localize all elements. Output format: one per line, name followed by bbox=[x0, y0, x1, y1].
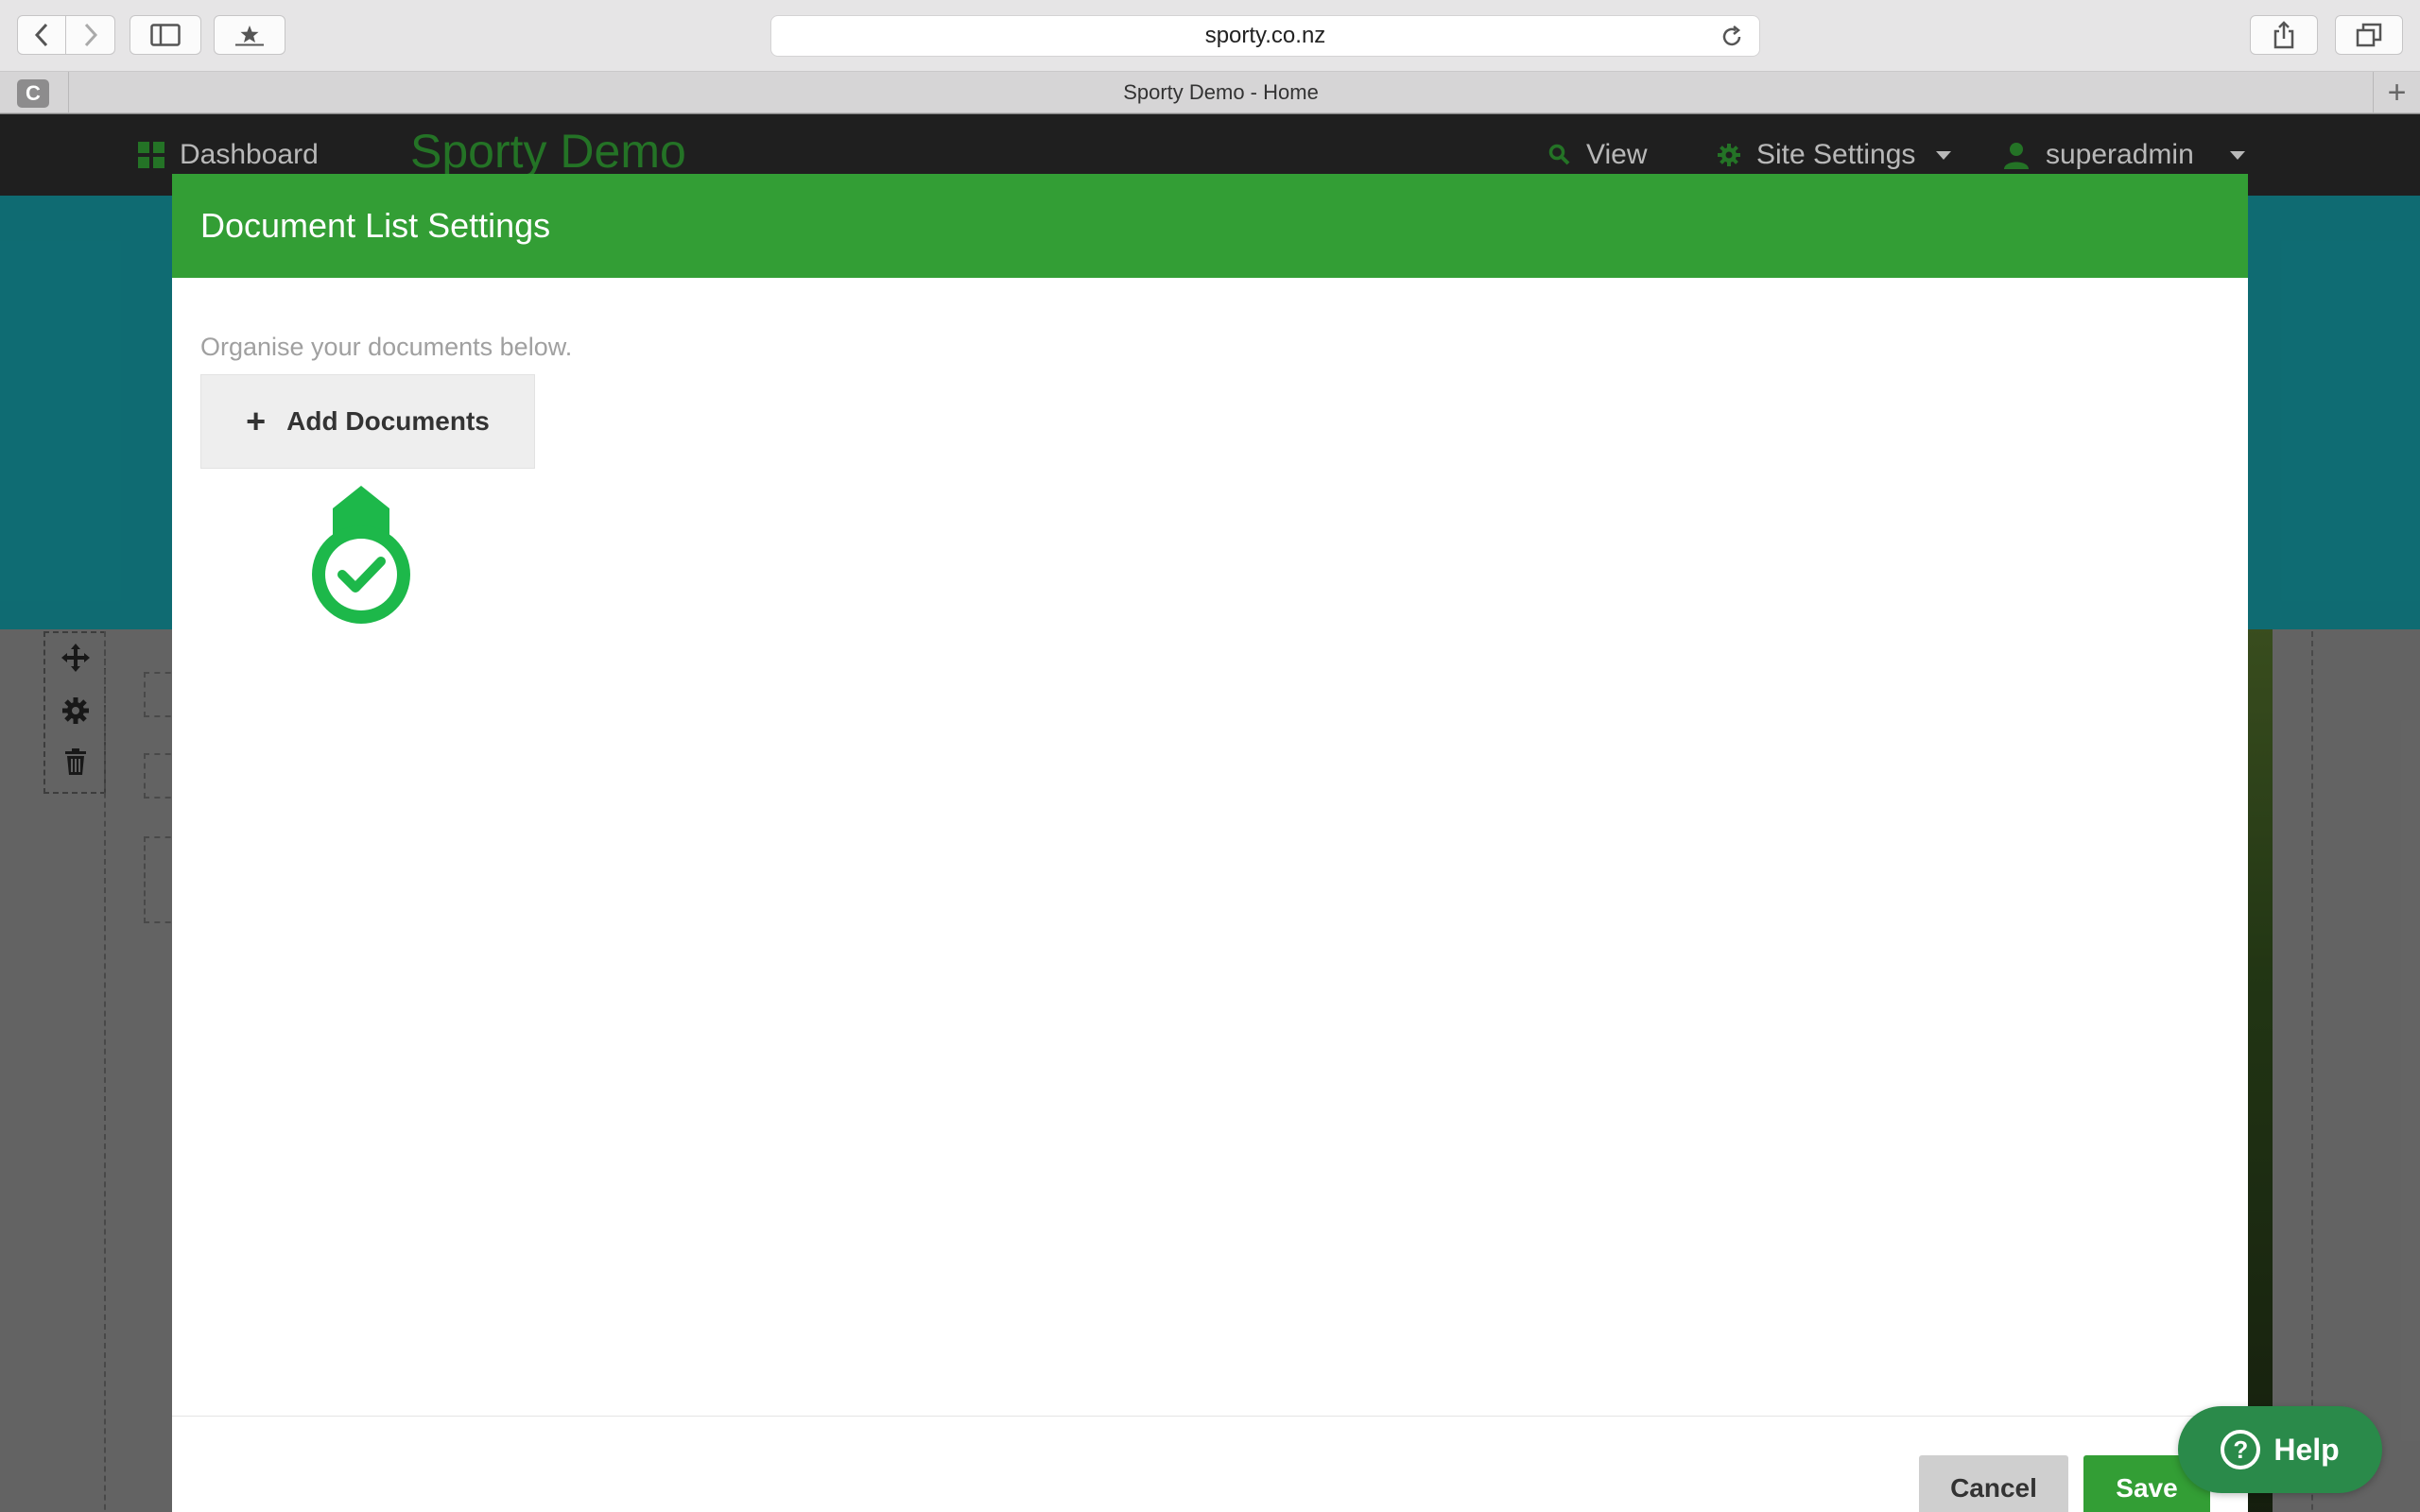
cancel-button[interactable]: Cancel bbox=[1919, 1455, 2068, 1512]
document-list-settings-modal: Document List Settings Organise your doc… bbox=[172, 174, 2248, 1512]
forward-button[interactable] bbox=[66, 15, 115, 55]
tabs-icon bbox=[2356, 23, 2382, 47]
chevron-left-icon bbox=[34, 23, 48, 47]
check-marker-icon bbox=[312, 486, 410, 624]
new-tab-button[interactable]: + bbox=[2374, 72, 2420, 113]
tabs-overview-button[interactable] bbox=[2335, 15, 2403, 55]
add-documents-button[interactable]: + Add Documents bbox=[200, 374, 535, 469]
reload-icon[interactable] bbox=[1720, 25, 1744, 56]
tab-active[interactable]: Sporty Demo - Home bbox=[69, 72, 2373, 113]
modal-title: Document List Settings bbox=[200, 206, 551, 245]
sidebar-icon bbox=[150, 24, 181, 46]
bookmarks-button[interactable] bbox=[214, 15, 285, 55]
share-button[interactable] bbox=[2250, 15, 2318, 55]
share-icon bbox=[2273, 21, 2294, 49]
tab-title-text: Sporty Demo - Home bbox=[1123, 80, 1319, 104]
help-label: Help bbox=[2273, 1432, 2340, 1467]
add-documents-label: Add Documents bbox=[286, 406, 490, 436]
address-bar[interactable]: sporty.co.nz bbox=[770, 15, 1760, 57]
chevron-right-icon bbox=[84, 23, 97, 47]
help-button[interactable]: ? Help bbox=[2178, 1406, 2382, 1493]
browser-toolbar: sporty.co.nz bbox=[0, 0, 2420, 72]
plus-icon: + bbox=[246, 402, 267, 440]
tab-favicon: C bbox=[17, 79, 49, 108]
star-icon bbox=[235, 26, 264, 46]
question-icon: ? bbox=[2221, 1430, 2261, 1469]
nav-buttons bbox=[17, 15, 115, 55]
back-button[interactable] bbox=[17, 15, 66, 55]
url-text: sporty.co.nz bbox=[1204, 23, 1326, 48]
modal-instruction: Organise your documents below. bbox=[200, 333, 573, 361]
browser-tab-bar: C Sporty Demo - Home + bbox=[0, 72, 2420, 113]
modal-header: Document List Settings bbox=[172, 174, 2248, 278]
sidebar-toggle-button[interactable] bbox=[130, 15, 201, 55]
modal-footer-divider bbox=[172, 1416, 2248, 1417]
